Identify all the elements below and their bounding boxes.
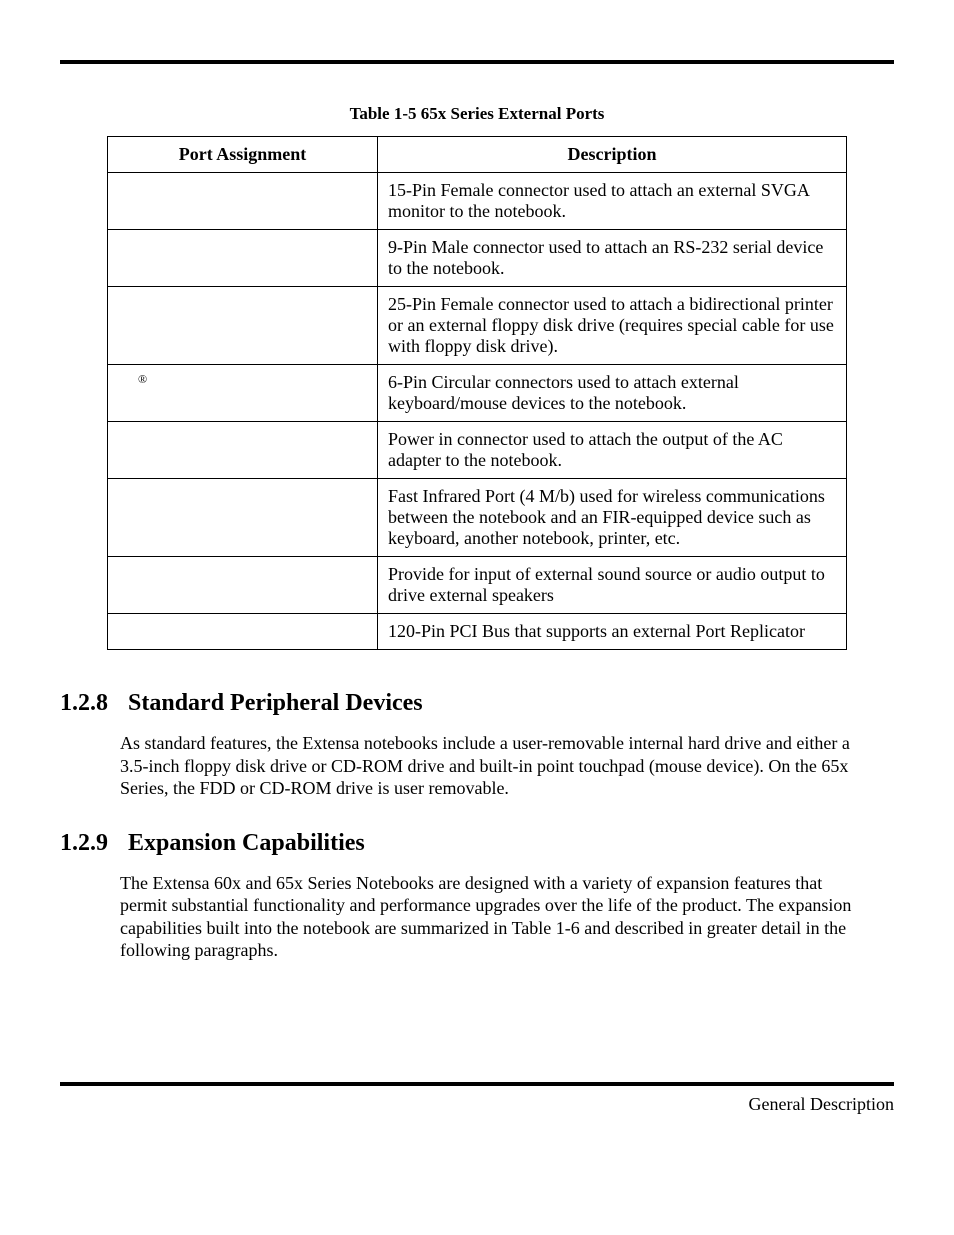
cell-port (108, 173, 378, 230)
section-heading-128: 1.2.8 Standard Peripheral Devices (60, 690, 894, 717)
table-row: Power in connector used to attach the ou… (108, 422, 847, 479)
table-row: 25-Pin Female connector used to attach a… (108, 287, 847, 365)
section-body-129: The Extensa 60x and 65x Series Notebooks… (120, 872, 860, 962)
cell-desc: 6-Pin Circular connectors used to attach… (378, 365, 847, 422)
th-port: Port Assignment (108, 137, 378, 173)
cell-desc: 25-Pin Female connector used to attach a… (378, 287, 847, 365)
cell-desc: 9-Pin Male connector used to attach an R… (378, 230, 847, 287)
ports-table: Port Assignment Description 15-Pin Femal… (107, 136, 847, 650)
th-desc: Description (378, 137, 847, 173)
table-row: 15-Pin Female connector used to attach a… (108, 173, 847, 230)
cell-port (108, 230, 378, 287)
table-caption: Table 1-5 65x Series External Ports (60, 104, 894, 124)
top-rule (60, 60, 894, 64)
table-row: Fast Infrared Port (4 M/b) used for wire… (108, 479, 847, 557)
registered-icon: ® (118, 372, 147, 387)
cell-port (108, 422, 378, 479)
cell-desc: Fast Infrared Port (4 M/b) used for wire… (378, 479, 847, 557)
cell-port (108, 479, 378, 557)
cell-port (108, 287, 378, 365)
section-heading-129: 1.2.9 Expansion Capabilities (60, 830, 894, 857)
table-row: ® 6-Pin Circular connectors used to atta… (108, 365, 847, 422)
footer-text: General Description (60, 1086, 894, 1115)
table-row: 9-Pin Male connector used to attach an R… (108, 230, 847, 287)
table-row: 120-Pin PCI Bus that supports an externa… (108, 614, 847, 650)
table-row: Provide for input of external sound sour… (108, 557, 847, 614)
section-body-128: As standard features, the Extensa notebo… (120, 732, 860, 800)
cell-desc: 15-Pin Female connector used to attach a… (378, 173, 847, 230)
cell-port: ® (108, 365, 378, 422)
section-title: Expansion Capabilities (128, 830, 365, 856)
cell-port (108, 557, 378, 614)
cell-desc: Power in connector used to attach the ou… (378, 422, 847, 479)
section-title: Standard Peripheral Devices (128, 690, 423, 716)
section-number: 1.2.8 (60, 690, 108, 717)
section-number: 1.2.9 (60, 830, 108, 857)
cell-desc: 120-Pin PCI Bus that supports an externa… (378, 614, 847, 650)
cell-port (108, 614, 378, 650)
cell-desc: Provide for input of external sound sour… (378, 557, 847, 614)
